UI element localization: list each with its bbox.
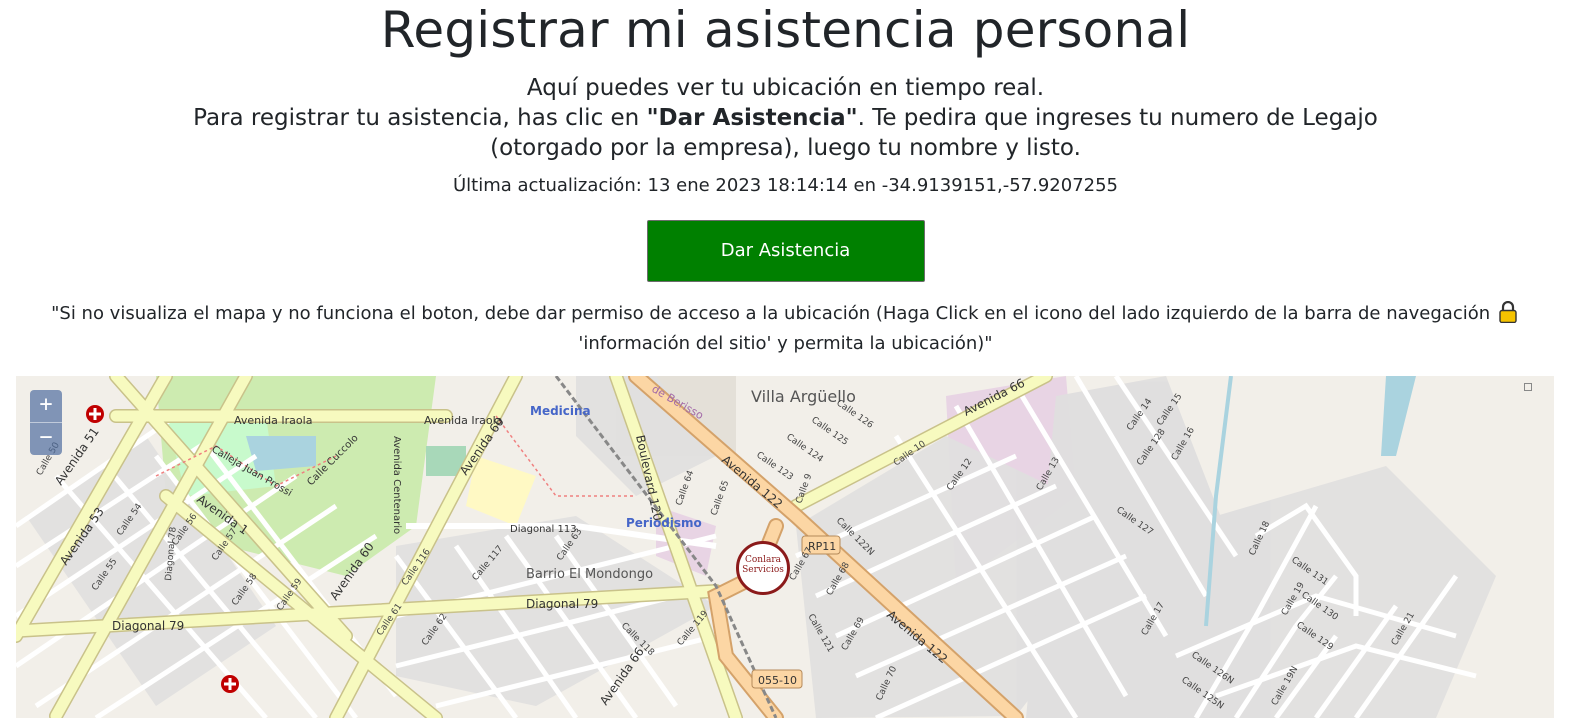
map-label: 055-10 [758, 674, 797, 687]
page-title: Registrar mi asistencia personal [380, 1, 1191, 59]
map-label: Diagonal 79 [526, 597, 598, 611]
map-label: Avenida Centenario [391, 436, 402, 534]
map-label: Diagonal 113 [510, 524, 577, 535]
map-tiles: Villa Argüello Barrio El Mondongo Medici… [16, 376, 1554, 718]
map-label: Medicina [530, 404, 591, 418]
map-zoom-control: + − [30, 390, 62, 455]
intro-line-2-end: . Te pedira que ingreses tu numero de Le… [857, 105, 1378, 131]
dar-asistencia-button[interactable]: Dar Asistencia [646, 220, 925, 282]
location-map[interactable]: Villa Argüello Barrio El Mondongo Medici… [16, 376, 1554, 718]
notice-text-end: 'información del sitio' y permita la ubi… [578, 333, 993, 354]
zoom-out-button[interactable]: − [30, 422, 62, 455]
map-label: Diagonal 79 [112, 619, 184, 633]
intro-line-2: Para registrar tu asistencia, has clic e… [0, 103, 1571, 133]
zoom-in-button[interactable]: + [30, 390, 62, 422]
intro-button-reference: "Dar Asistencia" [646, 105, 858, 131]
map-label: Barrio El Mondongo [526, 567, 653, 582]
intro-text: Aquí puedes ver tu ubicación en tiempo r… [0, 73, 1571, 163]
intro-line-2-start: Para registrar tu asistencia, has clic e… [193, 105, 647, 131]
page-header: Registrar mi asistencia personal Aquí pu… [0, 0, 1571, 197]
location-marker[interactable]: Conlara Servicios [736, 541, 790, 595]
lock-icon [1499, 301, 1517, 323]
location-permission-notice: "Si no visualiza el mapa y no funciona e… [20, 299, 1551, 359]
button-container: Dar Asistencia [0, 220, 1571, 282]
notice-text-start: "Si no visualiza el mapa y no funciona e… [51, 303, 1491, 324]
intro-line-3: (otorgado por la empresa), luego tu nomb… [490, 135, 1081, 161]
last-update-text: Última actualización: 13 ene 2023 18:14:… [452, 175, 1119, 196]
marker-label: Conlara Servicios [742, 555, 784, 575]
map-label: Avenida Iraola [234, 414, 312, 427]
map-corner-icon [1524, 383, 1532, 391]
intro-line-1: Aquí puedes ver tu ubicación en tiempo r… [526, 75, 1045, 101]
